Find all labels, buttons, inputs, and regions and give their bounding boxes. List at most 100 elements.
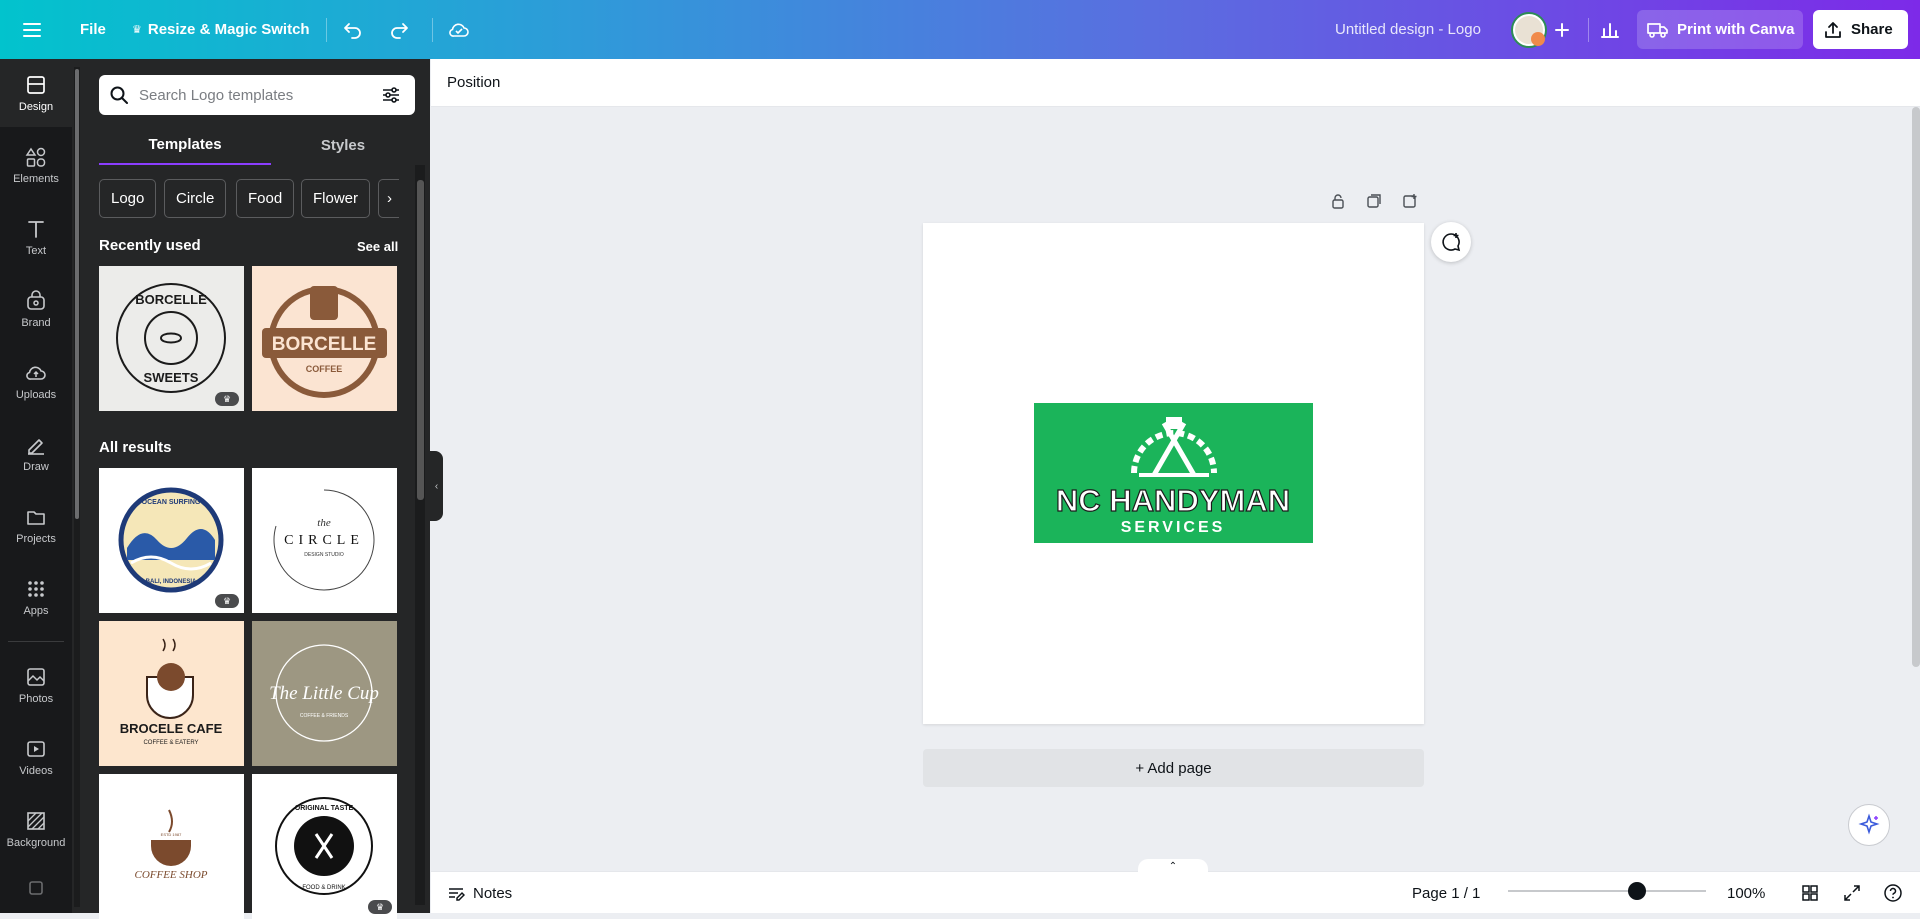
template-line1: BORCELLE [135, 292, 207, 307]
rail-divider [8, 641, 64, 642]
truck-icon [1647, 22, 1668, 38]
recently-used-title: Recently used [99, 237, 201, 254]
handyman-logo-art: NC HANDYMAN SERVICES [1055, 417, 1291, 536]
rail-item-draw[interactable]: Draw [0, 419, 72, 487]
apps-icon [28, 580, 44, 597]
grid-view-icon[interactable] [1801, 872, 1819, 914]
template-borcelle-coffee[interactable]: BORCELLE COFFEE [252, 266, 397, 411]
share-button[interactable]: Share [1813, 10, 1908, 49]
top-bar: File ♛ Resize & Magic Switch Untitled de… [0, 0, 1920, 59]
file-menu-button[interactable]: File [80, 0, 106, 59]
elements-icon [25, 147, 46, 167]
chip-food[interactable]: Food [236, 179, 295, 218]
template-coffee-shop[interactable]: COFFEE SHOP ESTD 1987 [99, 774, 244, 919]
template-art: BROCELE CAFE COFFEE & EATERY [120, 638, 223, 746]
background-icon [27, 811, 45, 830]
help-icon[interactable] [1883, 872, 1903, 914]
rail-scrollbar-thumb[interactable] [75, 69, 79, 519]
collapse-panel-icon[interactable]: ‹ [430, 451, 443, 521]
divider [432, 18, 433, 42]
resize-magic-switch-button[interactable]: ♛ Resize & Magic Switch [132, 0, 310, 59]
rail-item-more[interactable] [0, 867, 72, 913]
rail-item-videos[interactable]: Videos [0, 723, 72, 791]
rail-item-photos[interactable]: Photos [0, 651, 72, 719]
rail-item-projects[interactable]: Projects [0, 491, 72, 559]
rail-item-design[interactable]: Design [0, 59, 72, 127]
chevron-up-icon[interactable]: ⌃ [1138, 859, 1208, 873]
chip-flower[interactable]: Flower [301, 179, 371, 218]
search-icon [110, 86, 128, 104]
tab-templates[interactable]: Templates [99, 125, 271, 165]
template-art: ORIGINAL TASTE FOOD & DRINK [275, 797, 373, 895]
design-title[interactable]: Untitled design - Logo [1335, 0, 1481, 59]
duplicate-page-icon[interactable] [1366, 193, 1382, 209]
fullscreen-icon[interactable] [1843, 872, 1861, 914]
rail-label: Design [18, 100, 54, 113]
zoom-slider-handle[interactable] [1627, 882, 1646, 900]
page-indicator[interactable]: Page 1 / 1 [1412, 872, 1480, 914]
rail-item-brand[interactable]: Brand [0, 275, 72, 343]
chip-circle[interactable]: Circle [164, 179, 227, 218]
template-the-circle[interactable]: the CIRCLE DESIGN STUDIO [252, 468, 397, 613]
template-line2: ESTD 1987 [161, 832, 182, 837]
tab-styles[interactable]: Styles [271, 125, 415, 165]
divider [326, 18, 327, 42]
editor-scrollbar[interactable] [1912, 107, 1920, 667]
lock-icon[interactable] [1330, 193, 1346, 209]
template-original-taste[interactable]: ORIGINAL TASTE FOOD & DRINK ♛ [252, 774, 397, 919]
zoom-slider-track[interactable] [1508, 890, 1706, 892]
template-line2: COFFEE [306, 364, 343, 374]
templates-panel: Templates Styles Logo Circle Food Flower… [72, 59, 430, 919]
redo-icon[interactable] [388, 0, 410, 59]
resize-label: Resize & Magic Switch [147, 21, 310, 38]
add-comment-icon[interactable] [1431, 222, 1471, 262]
brand-icon [27, 289, 45, 310]
template-ocean-surfing[interactable]: OCEAN SURFING BALI, INDONESIA ♛ [99, 468, 244, 613]
avatar[interactable] [1511, 0, 1547, 59]
template-line2: COFFEE & EATERY [143, 740, 198, 746]
template-brocele-cafe[interactable]: BROCELE CAFE COFFEE & EATERY [99, 621, 244, 766]
rail-label: Apps [23, 604, 49, 617]
rail-item-background[interactable]: Background [0, 795, 72, 863]
menu-icon[interactable] [22, 0, 42, 59]
rail-item-elements[interactable]: Elements [0, 131, 72, 199]
rail-item-uploads[interactable]: Uploads [0, 347, 72, 415]
notes-button[interactable]: Notes [447, 872, 512, 914]
rail-label: Projects [16, 532, 56, 545]
chip-logo[interactable]: Logo [99, 179, 157, 218]
template-line1: COFFEE SHOP [134, 869, 207, 881]
add-collaborator-icon[interactable] [1553, 0, 1571, 59]
add-page-icon[interactable] [1402, 193, 1418, 209]
premium-crown-icon: ♛ [215, 392, 239, 406]
chip-next-icon[interactable]: › [378, 179, 399, 218]
print-with-canva-button[interactable]: Print with Canva [1637, 10, 1803, 49]
design-icon [27, 75, 45, 94]
print-label: Print with Canva [1677, 21, 1795, 38]
rail-label: Brand [21, 316, 51, 329]
rail-item-apps[interactable]: Apps [0, 563, 72, 631]
analytics-icon[interactable] [1600, 0, 1620, 59]
search-box[interactable] [99, 75, 415, 115]
template-borcelle-sweets[interactable]: BORCELLE SWEETS ♛ [99, 266, 244, 411]
template-little-cup[interactable]: The Little Cup COFFEE & FRIENDS [252, 621, 397, 766]
design-canvas[interactable]: NC HANDYMAN SERVICES [923, 223, 1424, 724]
text-icon [28, 220, 44, 238]
template-line2: SWEETS [144, 370, 199, 385]
logo-image[interactable]: NC HANDYMAN SERVICES [1034, 403, 1313, 543]
template-line1: BORCELLE [272, 334, 377, 355]
add-page-button[interactable]: + Add page [923, 749, 1424, 787]
template-line2: COFFEE & FRIENDS [300, 713, 349, 719]
filter-icon[interactable] [381, 85, 401, 105]
template-art: The Little Cup COFFEE & FRIENDS [269, 644, 379, 742]
magic-assistant-icon[interactable] [1848, 804, 1890, 846]
panel-scrollbar-thumb[interactable] [417, 180, 424, 500]
see-all-link[interactable]: See all [357, 239, 398, 254]
zoom-percent[interactable]: 100% [1727, 872, 1765, 914]
position-button[interactable]: Position [447, 74, 500, 91]
bottom-bar: Notes Page 1 / 1 100% [431, 871, 1920, 913]
rail-item-text[interactable]: Text [0, 203, 72, 271]
search-input[interactable] [139, 86, 369, 104]
cloud-saved-icon[interactable] [447, 0, 471, 59]
undo-icon[interactable] [342, 0, 364, 59]
template-line2: BALI, INDONESIA [146, 579, 197, 585]
